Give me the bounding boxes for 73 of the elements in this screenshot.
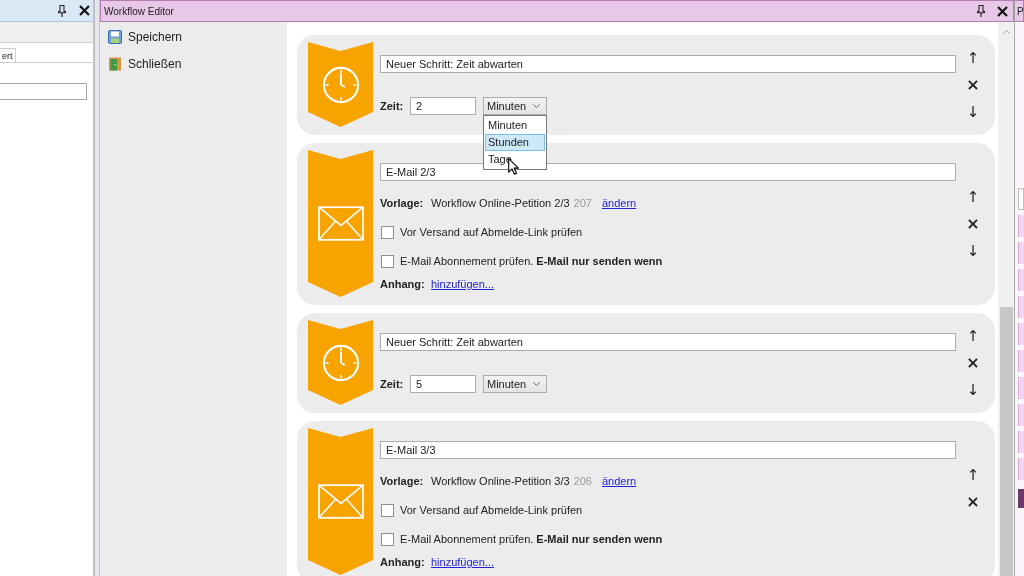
- field-label: Vorlage:: [380, 197, 425, 209]
- scrollbar-thumb[interactable]: [999, 307, 1013, 576]
- add-attachment-link[interactable]: hinzufügen...: [431, 278, 494, 290]
- window-title: Workflow Editor: [104, 5, 175, 17]
- template-name: Workflow Online-Petition 2/3: [431, 197, 570, 209]
- change-link[interactable]: ändern: [601, 475, 637, 487]
- caret-down-icon: [533, 382, 540, 386]
- checkbox[interactable]: [381, 254, 394, 268]
- checkbox[interactable]: [381, 225, 394, 239]
- dropdown-option[interactable]: Stunden: [485, 134, 545, 151]
- close-icon[interactable]: [997, 5, 1008, 17]
- time-field[interactable]: 5: [410, 375, 476, 393]
- list-row[interactable]: [1018, 377, 1024, 399]
- move-up-button[interactable]: ↑: [963, 326, 983, 346]
- highlighted-row[interactable]: [1018, 489, 1024, 508]
- field-label: Vorlage:: [380, 475, 425, 487]
- list-row[interactable]: [1018, 269, 1024, 291]
- delete-button[interactable]: ×: [963, 75, 983, 95]
- caret-down-icon: [533, 104, 540, 108]
- move-down-button[interactable]: ↓: [963, 102, 983, 122]
- save-button[interactable]: Speichern: [108, 28, 183, 46]
- checkbox-label: E-Mail Abonnement prüfen. E-Mail nur senden wenn: [400, 533, 663, 545]
- dropdown-option[interactable]: Minuten: [485, 117, 545, 134]
- close-icon[interactable]: [79, 5, 90, 16]
- move-up-button[interactable]: ↑: [963, 48, 983, 68]
- unit-select[interactable]: Minuten: [483, 375, 547, 393]
- checkbox[interactable]: [381, 532, 394, 546]
- text-field[interactable]: [0, 83, 87, 100]
- pin-icon[interactable]: [58, 4, 66, 17]
- door-icon: [108, 57, 122, 71]
- list-row[interactable]: [1018, 323, 1024, 345]
- field-label: Anhang:: [380, 556, 426, 568]
- checkbox-label: E-Mail Abonnement prüfen. E-Mail nur senden wenn: [400, 255, 663, 267]
- envelope-icon: [317, 206, 364, 241]
- field-label: Zeit:: [380, 100, 405, 112]
- add-attachment-link[interactable]: hinzufügen...: [431, 556, 494, 568]
- list-row[interactable]: [1018, 215, 1024, 237]
- template-name: Workflow Online-Petition 3/3: [431, 475, 570, 487]
- pin-icon[interactable]: [977, 5, 985, 17]
- move-up-button[interactable]: ↑: [963, 187, 983, 207]
- delete-button[interactable]: ×: [963, 353, 983, 373]
- template-number: 206: [573, 475, 592, 487]
- move-down-button[interactable]: ↓: [963, 380, 983, 400]
- caret-up-icon[interactable]: [1002, 30, 1010, 34]
- list-row[interactable]: [1018, 350, 1024, 372]
- checkbox[interactable]: [381, 503, 394, 517]
- list-row[interactable]: [1018, 242, 1024, 264]
- clock-icon: [321, 65, 360, 104]
- step-title-field[interactable]: Neuer Schritt: Zeit abwarten: [380, 333, 956, 351]
- unit-select[interactable]: Minuten: [483, 97, 547, 115]
- change-link[interactable]: ändern: [601, 197, 637, 209]
- field-label: Zeit:: [380, 378, 405, 390]
- clock-icon: [321, 343, 360, 382]
- checkbox-label: Vor Versand auf Abmelde-Link prüfen: [400, 226, 583, 238]
- time-field[interactable]: 2: [410, 97, 476, 115]
- step-title-field[interactable]: Neuer Schritt: Zeit abwarten: [380, 55, 956, 73]
- tab[interactable]: ert: [0, 48, 16, 62]
- field-label: Anhang:: [380, 278, 426, 290]
- list-row[interactable]: [1018, 458, 1024, 480]
- list-row[interactable]: [1018, 296, 1024, 318]
- close-button[interactable]: Schließen: [108, 55, 182, 73]
- step-title-field[interactable]: E-Mail 3/3: [380, 441, 956, 459]
- window-title: P: [1016, 5, 1024, 17]
- text-field[interactable]: [1018, 188, 1024, 210]
- list-row[interactable]: [1018, 431, 1024, 453]
- move-up-button[interactable]: ↑: [963, 465, 983, 485]
- move-down-button[interactable]: ↓: [963, 241, 983, 261]
- template-number: 207: [573, 197, 592, 209]
- delete-button[interactable]: ×: [963, 214, 983, 234]
- checkbox-label: Vor Versand auf Abmelde-Link prüfen: [400, 504, 583, 516]
- list-row[interactable]: [1018, 404, 1024, 426]
- envelope-icon: [317, 484, 364, 519]
- delete-button[interactable]: ×: [963, 492, 983, 512]
